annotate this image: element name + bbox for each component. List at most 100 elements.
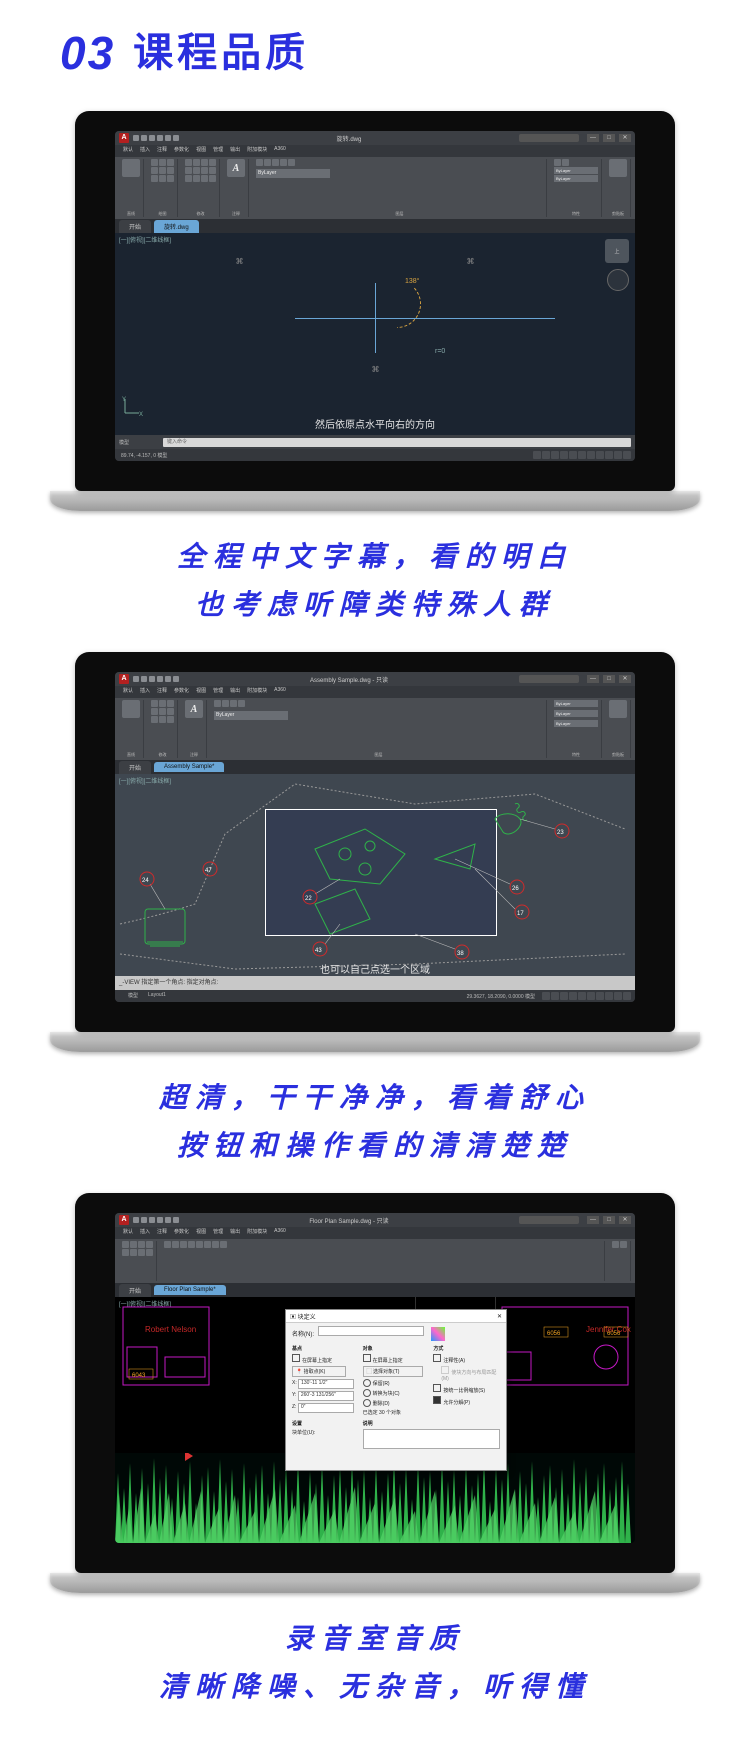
close-button[interactable]: ✕ bbox=[619, 134, 631, 142]
view-cube[interactable]: 上 bbox=[605, 239, 629, 263]
ribbon-tab[interactable]: 参数化 bbox=[172, 687, 191, 697]
status-icon[interactable] bbox=[542, 992, 550, 1000]
ribbon-tab[interactable]: 附加模块 bbox=[245, 687, 269, 697]
ribbon-icon[interactable] bbox=[151, 175, 158, 182]
ribbon-icon[interactable] bbox=[201, 159, 208, 166]
ribbon-icon[interactable] bbox=[180, 1241, 187, 1248]
document-tab[interactable]: Floor Plan Sample* bbox=[154, 1285, 226, 1295]
model-tab[interactable]: 模型 bbox=[119, 439, 159, 446]
ribbon-icon[interactable] bbox=[185, 175, 192, 182]
ribbon-icon[interactable] bbox=[151, 716, 158, 723]
clipboard-icon[interactable] bbox=[609, 700, 627, 718]
ribbon-icon[interactable] bbox=[612, 1241, 619, 1248]
ribbon-tab[interactable]: 输出 bbox=[228, 146, 242, 156]
status-icon[interactable] bbox=[614, 992, 622, 1000]
ribbon-icon[interactable] bbox=[193, 159, 200, 166]
ribbon-icon[interactable] bbox=[554, 159, 561, 166]
ribbon-tab[interactable]: 视图 bbox=[194, 146, 208, 156]
ribbon-icon[interactable] bbox=[196, 1241, 203, 1248]
description-input[interactable] bbox=[363, 1429, 500, 1449]
status-icon[interactable] bbox=[578, 992, 586, 1000]
onscreen-checkbox[interactable]: 在屏幕上指定 bbox=[292, 1354, 359, 1364]
ribbon-tab[interactable]: A360 bbox=[272, 687, 288, 697]
ribbon-icon[interactable] bbox=[167, 175, 174, 182]
layer-dropdown[interactable]: ByLayer bbox=[214, 711, 288, 720]
app-logo[interactable]: A bbox=[119, 133, 129, 143]
ribbon-icon[interactable] bbox=[138, 1249, 145, 1256]
ribbon-icon[interactable] bbox=[164, 1241, 171, 1248]
drawing-canvas[interactable]: [一][俯视][二维线框] 上 ⌘ ⌘ ⌘ 138° r=0 YX 然后依原点水… bbox=[115, 233, 635, 435]
status-icon[interactable] bbox=[542, 451, 550, 459]
status-icon[interactable] bbox=[605, 451, 613, 459]
prop-dropdown[interactable]: ByLayer bbox=[554, 720, 598, 727]
y-input[interactable]: 260'-3 131/256" bbox=[298, 1391, 354, 1401]
clipboard-icon[interactable] bbox=[609, 159, 627, 177]
ribbon-icon[interactable] bbox=[151, 700, 158, 707]
quick-access-toolbar[interactable] bbox=[133, 135, 179, 141]
app-logo[interactable]: A bbox=[119, 674, 129, 684]
close-button[interactable]: ✕ bbox=[619, 1216, 631, 1224]
line-tool-icon[interactable] bbox=[122, 700, 140, 718]
ribbon-icon[interactable] bbox=[146, 1241, 153, 1248]
status-icon[interactable] bbox=[569, 451, 577, 459]
ribbon-icon[interactable] bbox=[288, 159, 295, 166]
nav-wheel-icon[interactable] bbox=[607, 269, 629, 291]
ribbon-icon[interactable] bbox=[201, 175, 208, 182]
text-tool-icon[interactable]: A bbox=[227, 159, 245, 177]
document-tab[interactable]: Assembly Sample* bbox=[154, 762, 224, 772]
prop-dropdown[interactable]: ByLayer bbox=[554, 175, 598, 182]
minimize-button[interactable]: — bbox=[587, 134, 599, 142]
ribbon-tab[interactable]: 默认 bbox=[121, 1228, 135, 1238]
status-icon[interactable] bbox=[587, 451, 595, 459]
status-icon[interactable] bbox=[596, 992, 604, 1000]
prop-dropdown[interactable]: ByLayer bbox=[554, 710, 598, 717]
delete-radio[interactable]: 删除(D) bbox=[363, 1399, 430, 1407]
search-input[interactable] bbox=[519, 134, 579, 142]
maximize-button[interactable]: □ bbox=[603, 675, 615, 683]
ribbon-icon[interactable] bbox=[562, 159, 569, 166]
ribbon-icon[interactable] bbox=[138, 1241, 145, 1248]
ribbon-icon[interactable] bbox=[188, 1241, 195, 1248]
start-tab[interactable]: 开始 bbox=[119, 220, 151, 233]
select-objects-button[interactable]: ⬚ 选择对象(T) bbox=[363, 1366, 423, 1377]
ribbon-icon[interactable] bbox=[238, 700, 245, 707]
ribbon-icon[interactable] bbox=[159, 716, 166, 723]
ribbon-icon[interactable] bbox=[222, 700, 229, 707]
search-input[interactable] bbox=[519, 675, 579, 683]
ribbon-tab[interactable]: 插入 bbox=[138, 687, 152, 697]
allow-explode-checkbox[interactable]: 允许分解(P) bbox=[433, 1396, 500, 1406]
ribbon-icon[interactable] bbox=[159, 708, 166, 715]
search-input[interactable] bbox=[519, 1216, 579, 1224]
ribbon-icon[interactable] bbox=[159, 159, 166, 166]
status-icon[interactable] bbox=[614, 451, 622, 459]
minimize-button[interactable]: — bbox=[587, 1216, 599, 1224]
minimize-button[interactable]: — bbox=[587, 675, 599, 683]
ribbon-icon[interactable] bbox=[264, 159, 271, 166]
drawing-canvas[interactable]: [一][俯视][二维线框] Robert Nelson 6043 bbox=[115, 1297, 635, 1543]
pick-point-button[interactable]: 📍 拾取点(K) bbox=[292, 1366, 346, 1377]
onscreen-checkbox[interactable]: 在屏幕上指定 bbox=[363, 1354, 430, 1364]
ribbon-icon[interactable] bbox=[167, 700, 174, 707]
z-input[interactable]: 0" bbox=[298, 1403, 354, 1413]
annotative-checkbox[interactable]: 注释性(A) bbox=[433, 1354, 500, 1364]
ribbon-icon[interactable] bbox=[620, 1241, 627, 1248]
ribbon-icon[interactable] bbox=[146, 1249, 153, 1256]
ribbon-icon[interactable] bbox=[151, 159, 158, 166]
ribbon-icon[interactable] bbox=[172, 1241, 179, 1248]
status-icon[interactable] bbox=[551, 992, 559, 1000]
ribbon-icon[interactable] bbox=[122, 1241, 129, 1248]
block-name-input[interactable] bbox=[318, 1326, 424, 1336]
ribbon-icon[interactable] bbox=[167, 167, 174, 174]
status-icon[interactable] bbox=[560, 992, 568, 1000]
ribbon-tab[interactable]: 管理 bbox=[211, 1228, 225, 1238]
line-tool-icon[interactable] bbox=[122, 159, 140, 177]
quick-access-toolbar[interactable] bbox=[133, 676, 179, 682]
ribbon-icon[interactable] bbox=[159, 700, 166, 707]
ribbon-icon[interactable] bbox=[272, 159, 279, 166]
ribbon-tab[interactable]: 插入 bbox=[138, 146, 152, 156]
status-icon[interactable] bbox=[551, 451, 559, 459]
ribbon-icon[interactable] bbox=[256, 159, 263, 166]
ribbon-tab[interactable]: 输出 bbox=[228, 687, 242, 697]
ribbon-tab[interactable]: 注释 bbox=[155, 146, 169, 156]
ribbon-tab[interactable]: 管理 bbox=[211, 687, 225, 697]
